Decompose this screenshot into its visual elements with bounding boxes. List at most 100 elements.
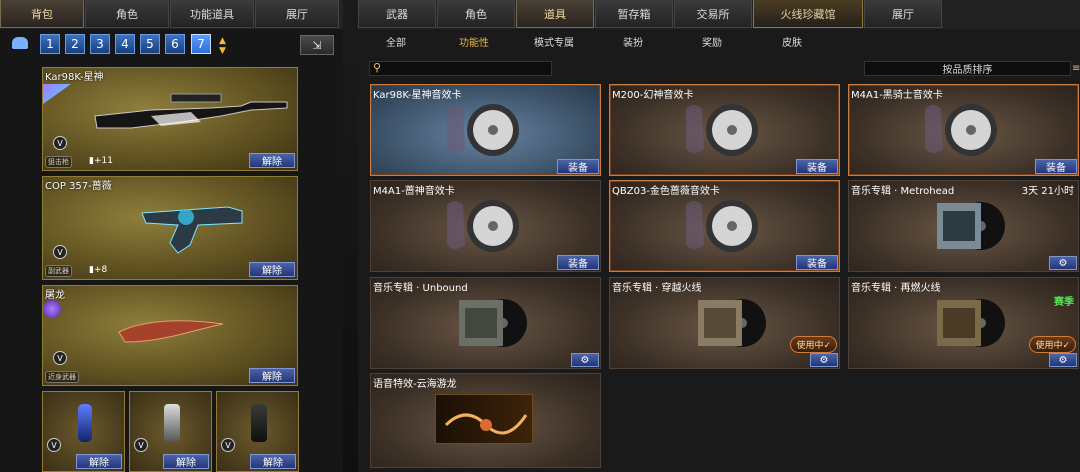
pistol-image [141,206,243,254]
page-up-down-icon[interactable]: ▲ ▼ [219,36,226,56]
game-inventory-ui: 背包 角色 功能道具 展厅 武器 角色 道具 暂存箱 交易所 火线珍藏馆 展厅 … [0,0,1080,472]
sound-card-disc-icon [685,104,758,156]
weapon-card-cop357[interactable]: COP 357-蔷薇 V 副武器 ▮+8 解除 [42,176,298,280]
album-cover-icon [697,299,766,347]
equip-button[interactable]: 装备 [796,255,838,270]
settings-gear-button[interactable]: ⚙ [571,353,599,367]
unlock-button[interactable]: 解除 [249,153,295,168]
page-5-button[interactable]: 5 [140,34,160,54]
v-badge-icon: V [47,438,61,452]
right-tab-bar: 武器 角色 道具 暂存箱 交易所 火线珍藏馆 展厅 [358,0,1080,29]
settings-gear-button[interactable]: ⚙ [1049,256,1077,270]
weapon-card-kar98k[interactable]: Kar98K-星神 V 狙击枪 ▮+11 解除 [42,67,298,171]
tab-exchange[interactable]: 交易所 [674,0,752,28]
page-4-button[interactable]: 4 [115,34,135,54]
grenade-image [164,404,180,442]
item-card[interactable]: 语音特效-云海游龙 [370,373,601,468]
tab-role[interactable]: 角色 [437,0,515,28]
grenade-card-1[interactable]: V 解除 [42,391,125,472]
weapon-name: COP 357-蔷薇 [45,181,112,192]
item-card[interactable]: 音乐专辑 · Metrohead 3天 21小时 ⚙ [848,180,1079,272]
tab-showroom[interactable]: 展厅 [255,0,339,28]
page-6-button[interactable]: 6 [165,34,185,54]
left-tab-bar: 背包 角色 功能道具 展厅 [0,0,343,29]
item-card[interactable]: 音乐专辑 · 穿越火线 使用中✓ ⚙ [609,277,840,369]
search-input[interactable]: ⚲ [369,61,552,76]
page-7-button[interactable]: 7 [191,34,211,54]
filter-reward[interactable]: 奖励 [672,34,752,49]
settings-gear-button[interactable]: ⚙ [1049,353,1077,367]
album-cover-icon [458,299,527,347]
tab-backpack[interactable]: 背包 [0,0,84,28]
page-3-button[interactable]: 3 [90,34,110,54]
grenade-card-2[interactable]: V 解除 [129,391,212,472]
sort-dropdown[interactable]: 按品质排序 [864,61,1071,76]
album-cover-icon [936,299,1005,347]
item-card[interactable]: Kar98K-星神音效卡 装备 [370,84,601,176]
tab-collection[interactable]: 火线珍藏馆 [753,0,863,28]
in-use-badge: 使用中✓ [790,336,837,353]
time-remaining: 3天 21小时 [1021,186,1074,197]
filter-all[interactable]: 全部 [358,34,434,49]
unlock-button[interactable]: 解除 [249,262,295,277]
sound-card-disc-icon [446,200,519,252]
unlock-button[interactable]: 解除 [163,454,209,469]
weapon-name: 屠龙 [45,290,65,301]
weapon-card-tulong[interactable]: 屠龙 V 近身武器 解除 [42,285,298,386]
sound-card-disc-icon [924,104,997,156]
filter-functional[interactable]: 功能性 [434,34,514,49]
equip-button[interactable]: 装备 [557,159,599,174]
album-cover-icon [936,202,1005,250]
item-card[interactable]: M4A1-蔷神音效卡 装备 [370,180,601,272]
settings-gear-button[interactable]: ⚙ [810,353,838,367]
tab-weapons[interactable]: 武器 [358,0,436,28]
grenade-image [78,404,92,442]
filter-skin[interactable]: 皮肤 [752,34,832,49]
equip-button[interactable]: 装备 [557,255,599,270]
sort-export-button[interactable]: ⇲ [300,35,334,55]
item-card[interactable]: QBZ03-金色蔷薇音效卡 装备 [609,180,840,272]
knife-image [118,320,224,343]
item-card[interactable]: M200-幻神音效卡 装备 [609,84,840,176]
backpack-icon [12,37,28,49]
dragon-emblem-icon [444,413,528,435]
v-badge-icon: V [134,438,148,452]
weapon-category: 狙击枪 [45,156,72,168]
bullet-count: ▮+8 [89,265,107,275]
rarity-gem-icon [43,300,61,318]
unlock-button[interactable]: 解除 [76,454,122,469]
in-use-badge: 使用中✓ [1029,336,1076,353]
bullet-value: +8 [93,265,108,275]
season-tag: 赛季 [1054,297,1074,308]
grenade-card-3[interactable]: V 解除 [216,391,299,472]
unlock-button[interactable]: 解除 [249,368,295,383]
item-card[interactable]: M4A1-黑骑士音效卡 装备 [848,84,1079,176]
item-card[interactable]: 音乐专辑 · 再燃火线 赛季 使用中✓ ⚙ [848,277,1079,369]
filter-bar: 全部 功能性 模式专属 装扮 奖励 皮肤 [358,30,1080,53]
item-title: 语音特效-云海游龙 [373,379,457,390]
sniper-rifle-image [94,93,288,129]
bullet-value: +11 [93,156,113,166]
filter-dressup[interactable]: 装扮 [594,34,672,49]
rarity-ribbon [43,84,71,104]
search-icon: ⚲ [373,61,382,74]
tab-props[interactable]: 道具 [516,0,594,28]
tab-right-showroom[interactable]: 展厅 [864,0,942,28]
filter-mode-exclusive[interactable]: 模式专属 [514,34,594,49]
weapon-name: Kar98K-星神 [45,72,104,83]
equip-button[interactable]: 装备 [1035,159,1077,174]
menu-icon[interactable]: ≡ [1072,63,1080,74]
page-2-button[interactable]: 2 [65,34,85,54]
voice-effect-banner-image [435,394,533,444]
tab-storage[interactable]: 暂存箱 [595,0,673,28]
tab-functional-items[interactable]: 功能道具 [170,0,254,28]
equip-button[interactable]: 装备 [796,159,838,174]
tab-character[interactable]: 角色 [85,0,169,28]
sound-card-disc-icon [685,200,758,252]
unlock-button[interactable]: 解除 [250,454,296,469]
v-badge-icon: V [221,438,235,452]
grenade-image [251,404,267,442]
page-1-button[interactable]: 1 [40,34,60,54]
item-card[interactable]: 音乐专辑 · Unbound ⚙ [370,277,601,369]
v-badge-icon: V [53,136,67,150]
